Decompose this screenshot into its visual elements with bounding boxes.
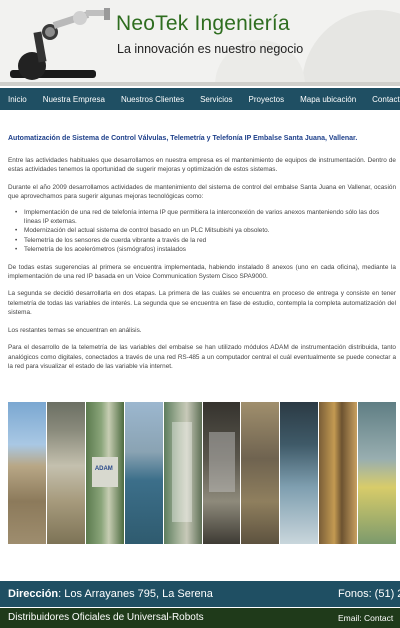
nav-item-inicio[interactable]: Inicio [0, 88, 35, 110]
list-item: Modernización del actual sistema de cont… [15, 226, 396, 236]
nav-item-contacto[interactable]: Contacto [364, 88, 400, 110]
photo-cables [358, 402, 397, 544]
photo-control-panel [163, 402, 202, 544]
article-title: Automatización de Sistema de Control Vál… [8, 135, 358, 142]
list-item: Telemetría de los sensores de cuerda vib… [15, 236, 396, 246]
rack-shape [208, 432, 235, 492]
site-header: NeoTek Ingeniería La innovación es nuest… [0, 0, 400, 86]
panel-shape [171, 422, 192, 522]
distributor-text: Distribuidores Oficiales de Universal-Ro… [8, 612, 204, 623]
article-paragraph: De todas estas sugerencias al primera se… [8, 263, 396, 281]
address-value: : Los Arrayanes 795, La Serena [58, 588, 213, 600]
photo-dam-landscape [8, 402, 46, 544]
photo-equipment-rack [202, 402, 241, 544]
article-paragraph: Durante el año 2009 desarrollamos activi… [8, 183, 396, 201]
footer-distributor-bar: Distribuidores Oficiales de Universal-Ro… [0, 608, 400, 628]
footer-contact-bar: Dirección: Los Arrayanes 795, La Serena … [0, 581, 400, 607]
nav-item-nuestra-empresa[interactable]: Nuestra Empresa [35, 88, 113, 110]
nav-item-servicios[interactable]: Servicios [192, 88, 240, 110]
main-nav: Inicio Nuestra Empresa Nuestros Clientes… [0, 88, 400, 110]
photo-adam-module: ADAM [85, 402, 124, 544]
address-label: Dirección [8, 588, 59, 600]
article: Automatización de Sistema de Control Vál… [8, 134, 396, 379]
photo-valley [46, 402, 85, 544]
brand-name[interactable]: NeoTek Ingeniería [116, 12, 290, 36]
improvements-list: Implementación de una red de telefonía i… [15, 208, 396, 255]
address: Dirección: Los Arrayanes 795, La Serena [8, 588, 213, 600]
list-item: Telemetría de los acelerómetros (sismógr… [15, 245, 396, 255]
photo-rocks [241, 402, 280, 544]
list-item: Implementación de una red de telefonía i… [15, 208, 396, 227]
robot-arm-logo[interactable] [6, 4, 114, 82]
photo-structure [319, 402, 358, 544]
phone: Fonos: (51) 2 [338, 588, 400, 600]
article-paragraph: La segunda se decidió desarrollarla en d… [8, 290, 396, 317]
email-link[interactable]: Email: Contact [338, 613, 393, 623]
device-panel [91, 457, 118, 487]
nav-item-mapa-ubicacion[interactable]: Mapa ubicación [292, 88, 364, 110]
nav-item-proyectos[interactable]: Proyectos [241, 88, 293, 110]
nav-item-nuestros-clientes[interactable]: Nuestros Clientes [113, 88, 192, 110]
header-decoration [302, 10, 400, 86]
header-divider [0, 82, 400, 86]
tagline: La innovación es nuestro negocio [117, 42, 304, 56]
photo-reservoir [124, 402, 163, 544]
article-paragraph: Los restantes temas se encuentran en aná… [8, 326, 142, 334]
article-paragraph: Para el desarrollo de la telemetría de l… [8, 344, 396, 370]
device-label: ADAM [94, 466, 113, 472]
article-paragraph: Entre las actividades habituales que des… [8, 157, 396, 174]
photo-spillway [280, 402, 319, 544]
project-photo-collage: ADAM [8, 402, 397, 544]
